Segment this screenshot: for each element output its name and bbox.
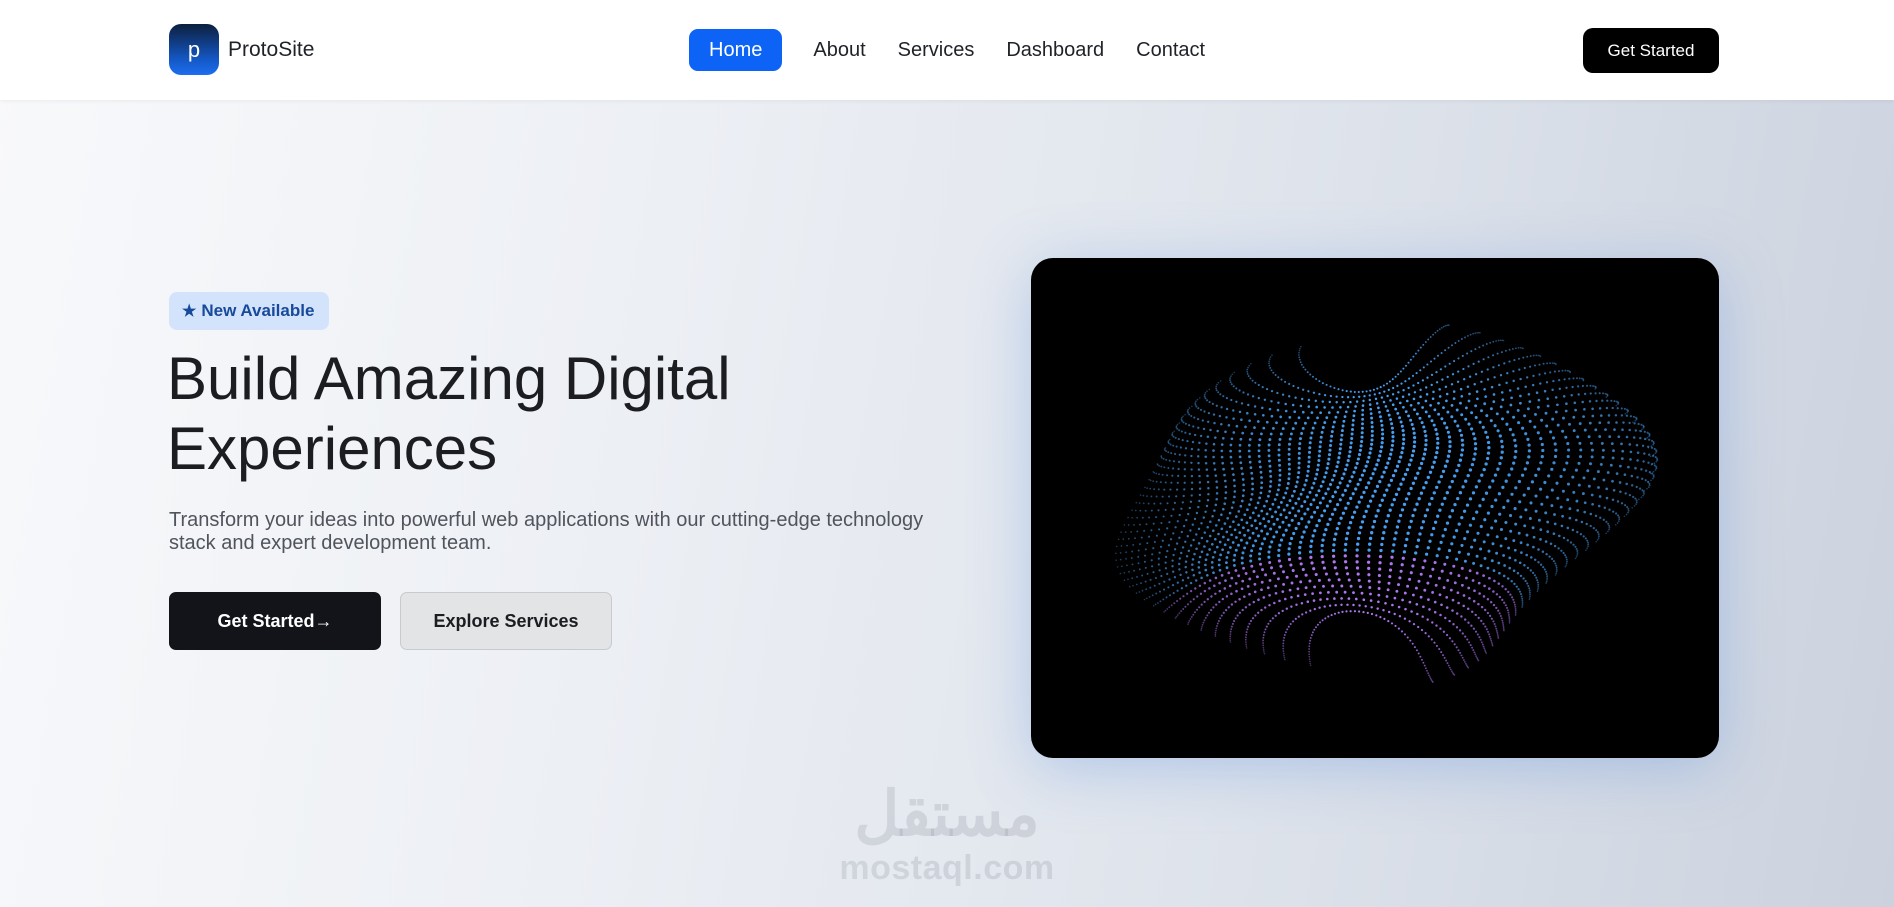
hero-image [1031, 258, 1719, 758]
hero-title-line-1: Build Amazing Digital [167, 345, 731, 412]
nav-home[interactable]: Home [689, 29, 783, 71]
main-nav: Home About Services Dashboard Contact [689, 29, 1237, 71]
star-icon: ★ [182, 303, 197, 320]
nav-services[interactable]: Services [898, 39, 975, 62]
hero-title: Build Amazing Digital Experiences [167, 344, 947, 484]
logo-icon[interactable]: p [169, 24, 219, 75]
watermark-arabic: مستقل [854, 780, 1040, 849]
nav-get-started-button[interactable]: Get Started [1583, 28, 1719, 73]
hero-description: Transform your ideas into powerful web a… [169, 509, 924, 554]
particle-wave-icon [1115, 324, 1659, 683]
nav-contact[interactable]: Contact [1136, 39, 1205, 62]
nav-about[interactable]: About [813, 39, 865, 62]
badge-label: New Available [201, 301, 315, 320]
new-available-badge: ★ New Available [169, 292, 330, 330]
logo-letter: p [187, 36, 201, 62]
brand-name[interactable]: ProtoSite [228, 38, 314, 62]
watermark-latin: mostaql.com [839, 849, 1055, 887]
mostaql-watermark: مستقل mostaql.com [832, 780, 1062, 886]
get-started-button[interactable]: Get Started→ [169, 592, 381, 650]
explore-services-button[interactable]: Explore Services [400, 592, 612, 650]
top-navbar: p ProtoSite Home About Services Dashboar… [0, 0, 1894, 100]
hero-title-line-2: Experiences [167, 415, 498, 482]
nav-dashboard[interactable]: Dashboard [1006, 39, 1104, 62]
